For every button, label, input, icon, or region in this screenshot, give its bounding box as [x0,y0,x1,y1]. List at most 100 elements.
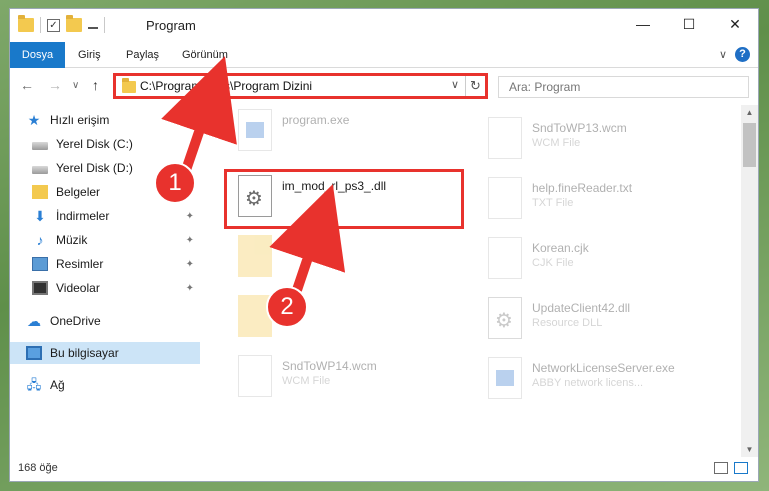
customize-toolbar-icon[interactable] [88,21,98,29]
list-item[interactable]: Korean.cjk CJK File [488,237,738,287]
tab-home[interactable]: Giriş [68,42,111,68]
file-icon [488,117,522,159]
address-path[interactable]: C:\Program Files\Program Dizini [140,79,312,93]
navigation-bar: ← → ∨ ↑ C:\Program Files\Program Dizini … [10,69,758,103]
disk-icon [32,165,48,174]
sidebar-item-label: Hızlı erişim [50,113,110,127]
sidebar-item-network[interactable]: 🖧 Ağ [10,374,200,396]
divider [104,17,105,33]
search-placeholder: Ara: Program [509,80,581,94]
new-folder-icon[interactable] [66,15,82,32]
pin-icon[interactable]: ✦ [186,283,194,294]
sidebar-item-label: Videolar [56,281,100,295]
maximize-button[interactable]: ☐ [666,9,712,39]
help-icon[interactable]: ? [735,47,750,62]
file-type: Resource DLL [532,317,603,329]
back-button[interactable]: ← [20,77,34,93]
explorer-window: ✓ Program — ☐ ✕ Dosya Giriş Paylaş Görün… [9,8,759,482]
list-item[interactable]: Resource [238,235,488,285]
download-icon: ⬇ [34,208,46,224]
sidebar-item-label: Ağ [50,378,65,392]
pin-icon[interactable]: ✦ [186,235,194,246]
list-item[interactable]: help.fineReader.txt TXT File [488,177,738,227]
sidebar-item-label: Resimler [56,257,104,271]
address-bar[interactable]: C:\Program Files\Program Dizini ∨ ↻ [113,73,488,99]
file-name: SndToWP13.wcm [532,121,627,135]
file-type: WCM File [282,375,331,387]
highlight-box [224,169,464,229]
folder-icon [238,235,272,277]
list-item[interactable]: NetworkLicenseServer.exe ABBY network li… [488,357,738,407]
file-icon [238,355,272,397]
sidebar-item-quick-access[interactable]: ★ Hızlı erişim [10,109,200,131]
network-icon: 🖧 [26,377,42,392]
file-name: NetworkLicenseServer.exe [532,361,675,375]
sidebar-item-label: Müzik [56,233,88,247]
search-input[interactable]: Ara: Program [498,76,749,98]
window-title: Program [146,18,196,33]
sidebar-item-this-pc[interactable]: Bu bilgisayar [10,342,200,364]
sidebar-item-downloads[interactable]: ⬇ İndirmeler ✦ [10,205,200,227]
scroll-up-icon[interactable]: ▲ [741,108,758,117]
refresh-button[interactable]: ↻ [465,76,485,96]
list-item[interactable]: SndToWP14.wcm WCM File [238,355,488,405]
sidebar-item-label: OneDrive [50,314,101,328]
tab-share[interactable]: Paylaş [116,42,169,68]
file-type: CJK File [532,257,574,269]
exe-icon [238,109,272,151]
file-name: SndToWP14.wcm [282,359,377,373]
sidebar-item-videos[interactable]: Videolar ✦ [10,277,200,299]
folder-icon [18,15,34,32]
file-type: WCM File [532,137,581,149]
quick-access-toolbar: ✓ [18,15,105,33]
tab-file[interactable]: Dosya [10,42,65,68]
music-icon: ♪ [36,232,44,248]
sidebar-item-label: İndirmeler [56,209,110,223]
pin-icon[interactable]: ✦ [186,211,194,222]
scroll-thumb[interactable] [743,123,756,167]
navigation-pane: ★ Hızlı erişim Yerel Disk (C:) Yerel Dis… [10,105,202,457]
videos-icon [32,281,48,295]
minimize-button[interactable]: — [620,9,666,39]
star-icon: ★ [27,112,41,128]
sidebar-item-local-disk-c[interactable]: Yerel Disk (C:) [10,133,200,155]
sidebar-item-label: Yerel Disk (D:) [56,161,133,175]
scroll-down-icon[interactable]: ▼ [741,445,758,454]
close-button[interactable]: ✕ [712,9,758,39]
forward-button[interactable]: → [48,77,62,93]
properties-icon[interactable]: ✓ [47,18,60,32]
title-bar: ✓ Program — ☐ ✕ [10,9,758,41]
file-name: Resource [282,239,334,253]
sidebar-item-pictures[interactable]: Resimler ✦ [10,253,200,275]
list-item[interactable]: UpdateClient42.dll Resource DLL [488,297,738,347]
file-icon [488,177,522,219]
expand-ribbon-icon[interactable]: ∨ [719,48,727,61]
window-controls: — ☐ ✕ [620,9,758,39]
pin-icon[interactable]: ✦ [186,259,194,270]
tab-view[interactable]: Görünüm [172,42,238,68]
recent-locations-button[interactable]: ∨ [72,80,79,91]
list-item[interactable]: SndToWP13.wcm WCM File [488,117,738,167]
file-list: program.exe im_mod_rl_ps3_.dll Resource … [206,105,734,457]
documents-icon [32,185,48,199]
file-icon [488,237,522,279]
folder-icon [122,78,136,93]
details-view-icon[interactable] [714,462,728,474]
ribbon-controls: ∨ ? [719,47,750,62]
sidebar-item-onedrive[interactable]: ☁ OneDrive [10,310,200,332]
file-type: TXT File [532,197,574,209]
status-bar: 168 öğe [10,457,758,481]
up-button[interactable]: ↑ [92,77,99,93]
computer-icon [26,346,42,360]
large-icons-view-icon[interactable] [734,462,748,474]
step-1-badge: 1 [154,162,196,204]
cloud-icon: ☁ [27,313,41,329]
list-item[interactable]: program.exe [238,109,488,159]
sidebar-item-label: Yerel Disk (C:) [56,137,133,151]
sidebar-item-label: Bu bilgisayar [50,346,119,360]
sidebar-item-music[interactable]: ♪ Müzik ✦ [10,229,200,251]
address-dropdown-button[interactable]: ∨ [451,78,459,91]
divider [40,17,41,33]
file-type: ABBY network licens... [532,377,644,389]
scrollbar[interactable]: ▲ ▼ [741,105,758,457]
